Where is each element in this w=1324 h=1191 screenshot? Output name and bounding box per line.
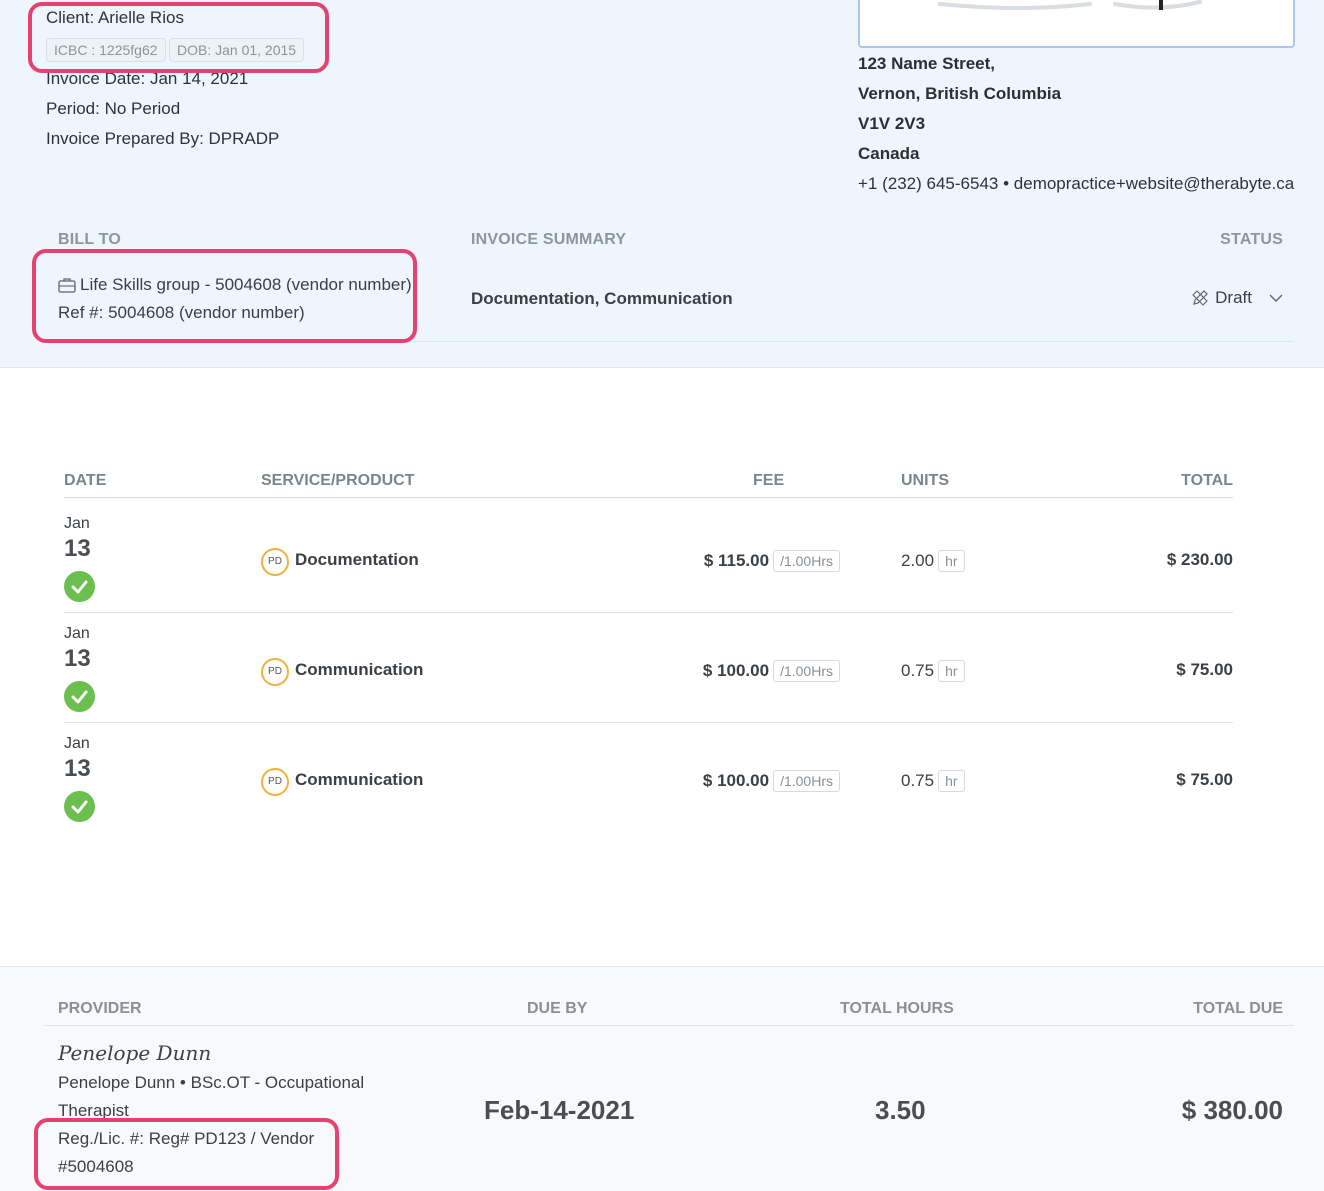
status-dropdown[interactable]: Draft [1191,288,1284,308]
contact-separator: • [1003,174,1010,193]
row-fee-cell: $ 115.00 /1.00Hrs [534,550,840,572]
invoice-date: Invoice Date: Jan 14, 2021 [46,69,249,88]
invoice-footer: PROVIDER DUE BY TOTAL HOURS TOTAL DUE Pe… [0,966,1324,1191]
row-fee: $ 100.00 [702,771,770,790]
check-circle-icon [64,571,95,602]
table-row[interactable]: Jan 13 PD Communication $ 100.00 /1.00Hr… [64,723,1233,833]
row-total: $ 75.00 [1176,660,1233,679]
row-units-cell: 2.00 hr [901,550,965,572]
row-month: Jan [64,625,90,642]
practice-country: Canada [858,144,920,163]
row-unit-label: hr [938,550,965,572]
practice-postal: V1V 2V3 [858,114,926,133]
invoice-summary-text: Documentation, Communication [471,289,733,308]
pd-badge: PD [261,658,289,686]
practice-street: 123 Name Street, [858,54,996,73]
row-units-cell: 0.75 hr [901,660,965,682]
row-total: $ 230.00 [1166,550,1233,569]
row-day: 13 [64,535,91,562]
row-fee-unit: /1.00Hrs [773,660,840,682]
practice-phone: +1 (232) 645-6543 [858,174,999,193]
client-name: Client: Arielle Rios [46,8,184,27]
payer-name: Life Skills group - 5004608 (vendor numb… [80,275,412,294]
table-row[interactable]: Jan 13 PD Communication $ 100.00 /1.00Hr… [64,613,1233,723]
invoice-prepared-by: Invoice Prepared By: DPRADP [46,129,280,148]
invoice-summary-heading: INVOICE SUMMARY [471,231,627,248]
row-fee-unit: /1.00Hrs [773,770,840,792]
bill-to-payer[interactable]: Life Skills group - 5004608 (vendor numb… [58,275,412,295]
pencil-ruler-icon [1192,290,1209,306]
row-fee: $ 100.00 [702,661,770,680]
total-due: $ 380.00 [1181,1095,1283,1125]
bill-to-heading: BILL TO [58,231,122,248]
row-service[interactable]: Communication [295,660,423,680]
pd-badge: PD [261,768,289,796]
check-circle-icon [64,681,95,712]
practice-email[interactable]: demopractice+website@therabyte.ca [1014,174,1294,193]
row-units: 0.75 [901,661,935,680]
practice-logo [858,0,1295,48]
chevron-down-icon [1269,294,1283,302]
footer-divider [44,1025,1294,1026]
practice-city: Vernon, British Columbia [858,84,1062,103]
bill-section-divider [44,341,1294,342]
practice-contact: +1 (232) 645-6543 • demopractice+website… [858,174,1294,194]
col-fee: FEE [753,472,785,489]
invoice-period: Period: No Period [46,99,181,118]
table-header-divider [64,497,1233,498]
check-circle-icon [64,791,95,822]
due-by-heading: DUE BY [527,1000,588,1017]
row-unit-label: hr [938,770,965,792]
logo-fragment [938,0,1202,10]
row-fee-cell: $ 100.00 /1.00Hrs [534,770,840,792]
table-row[interactable]: Jan 13 PD Documentation $ 115.00 /1.00Hr… [64,503,1233,613]
provider-details: Penelope Dunn • BSc.OT - Occupational Th… [58,1073,365,1120]
dob-pill: DOB: Jan 01, 2015 [169,38,305,62]
col-date: DATE [64,472,107,489]
row-total: $ 75.00 [1176,770,1233,789]
bill-to-ref: Ref #: 5004608 (vendor number) [58,303,305,322]
row-day: 13 [64,645,91,672]
due-date: Feb-14-2021 [484,1095,635,1125]
briefcase-icon [58,278,76,293]
row-service[interactable]: Documentation [295,550,419,570]
total-hours: 3.50 [875,1095,926,1125]
row-month: Jan [64,515,90,532]
col-total: TOTAL [1181,472,1233,489]
row-fee-cell: $ 100.00 /1.00Hrs [534,660,840,682]
row-day: 13 [64,755,91,782]
col-service: SERVICE/PRODUCT [261,472,415,489]
row-fee-unit: /1.00Hrs [773,550,840,572]
row-unit-label: hr [938,660,965,682]
icbc-pill: ICBC : 1225fg62 [46,38,166,62]
status-value: Draft [1215,288,1252,307]
invoice-header: Client: Arielle Rios ICBC : 1225fg62 DOB… [0,0,1324,368]
status-heading: STATUS [1220,231,1283,248]
row-fee: $ 115.00 [703,551,770,570]
row-units: 0.75 [901,771,935,790]
col-units: UNITS [901,472,949,489]
row-units: 2.00 [901,551,935,570]
provider-reg-lic: Reg./Lic. #: Reg# PD123 / Vendor #500460… [58,1129,315,1176]
total-due-heading: TOTAL DUE [1193,1000,1283,1017]
total-hours-heading: TOTAL HOURS [840,1000,954,1017]
row-service[interactable]: Communication [295,770,423,790]
row-month: Jan [64,735,90,752]
provider-signature: Penelope Dunn [58,1041,212,1065]
pd-badge: PD [261,548,289,576]
provider-heading: PROVIDER [58,1000,142,1017]
row-units-cell: 0.75 hr [901,770,965,792]
